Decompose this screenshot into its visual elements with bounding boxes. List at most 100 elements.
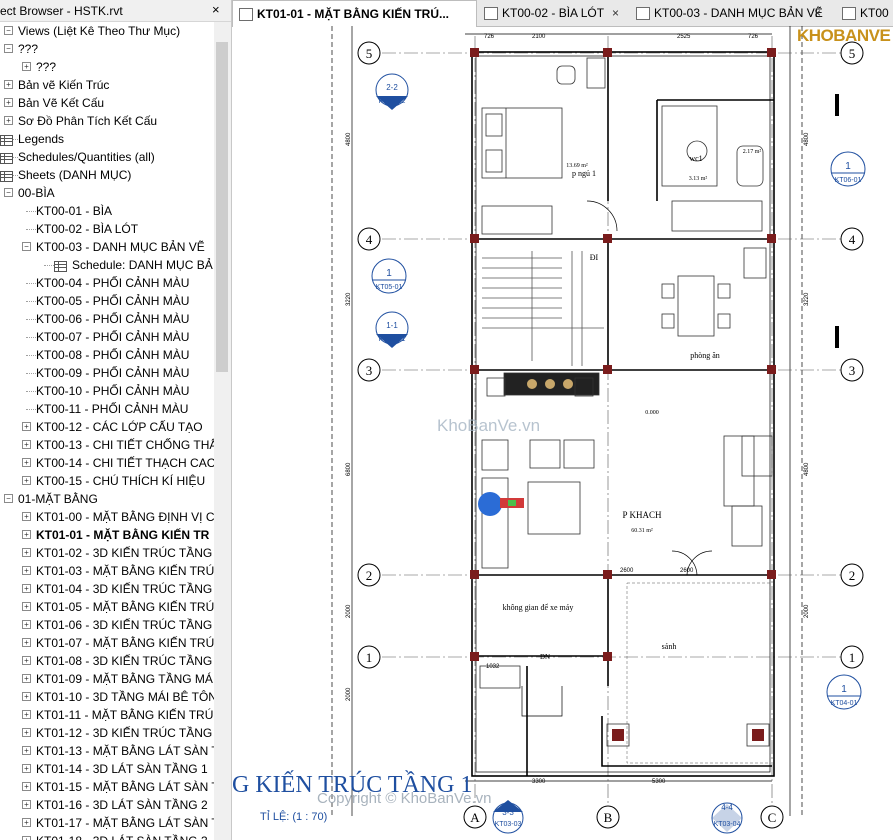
expand-icon[interactable]: +	[22, 692, 31, 701]
browser-item[interactable]: − Views (Liệt Kê Theo Thư Mục)	[0, 22, 214, 40]
tab-kt01-01[interactable]: KT01-01 - MẶT BẰNG KIẾN TRÚ...	[232, 0, 477, 27]
expand-icon[interactable]: +	[22, 674, 31, 683]
svg-text:3220: 3220	[804, 292, 810, 306]
browser-item-label: Bản Vẽ Kết Cấu	[18, 96, 105, 110]
browser-item[interactable]: KT00-01 - BÌA	[0, 202, 214, 220]
close-icon[interactable]: ×	[612, 0, 619, 26]
collapse-icon[interactable]: −	[4, 494, 13, 503]
browser-item[interactable]: KT00-02 - BÌA LÓT	[0, 220, 214, 238]
expand-icon[interactable]: +	[4, 98, 13, 107]
browser-item[interactable]: −01-MẶT BẰNG	[0, 490, 214, 508]
browser-item[interactable]: KT00-11 - PHỐI CẢNH MÀU	[0, 400, 214, 418]
expand-icon[interactable]: +	[22, 638, 31, 647]
browser-item[interactable]: + KT01-01 - MẶT BẰNG KIẾN TR	[0, 526, 214, 544]
browser-item[interactable]: KT00-05 - PHỐI CẢNH MÀU	[0, 292, 214, 310]
browser-item[interactable]: + KT01-03 - MẶT BẰNG KIẾN TRÚC	[0, 562, 214, 580]
browser-item[interactable]: + KT01-00 - MẶT BẰNG ĐỊNH VỊ C	[0, 508, 214, 526]
expand-icon[interactable]: +	[22, 656, 31, 665]
browser-item[interactable]: + Sơ Đồ Phân Tích Kết Cấu	[0, 112, 214, 130]
expand-icon[interactable]: +	[22, 440, 31, 449]
floor-plan-canvas[interactable]: 5 5 4 4 3 3 2 2 1 1 A B C 2-2 KT03-02 1 …	[232, 26, 893, 840]
browser-item[interactable]: + KT01-02 - 3D KIẾN TRÚC TẦNG 1	[0, 544, 214, 562]
browser-item[interactable]: KT00-07 - PHỐI CẢNH MÀU	[0, 328, 214, 346]
expand-icon[interactable]: +	[4, 116, 13, 125]
tab-label: KT01-01 - MẶT BẰNG KIẾN TRÚ...	[257, 7, 450, 21]
browser-item[interactable]: + KT01-13 - MẶT BẰNG LÁT SÀN T	[0, 742, 214, 760]
browser-item[interactable]: −???	[0, 40, 214, 58]
browser-item-label: KT01-03 - MẶT BẰNG KIẾN TRÚC	[36, 564, 214, 578]
expand-icon[interactable]: +	[22, 530, 31, 539]
expand-icon[interactable]: +	[22, 584, 31, 593]
browser-scroll-thumb[interactable]	[216, 42, 228, 372]
browser-item[interactable]: KT00-10 - PHỐI CẢNH MÀU	[0, 382, 214, 400]
expand-icon[interactable]: +	[22, 764, 31, 773]
browser-item[interactable]: + KT01-09 - MẶT BẰNG TẦNG MÁ	[0, 670, 214, 688]
browser-item[interactable]: KT00-06 - PHỐI CẢNH MÀU	[0, 310, 214, 328]
section-markers[interactable]: 2-2 KT03-02 1 KT05-01 1-1 KT03-01 1 KT06…	[371, 73, 866, 834]
tab-kt00-02[interactable]: KT00-02 - BÌA LÓT ×	[478, 0, 628, 26]
browser-item[interactable]: − KT00-03 - DANH MỤC BẢN VẼ	[0, 238, 214, 256]
collapse-icon[interactable]: −	[22, 242, 31, 251]
wc-area-1: 2.17 m²	[743, 149, 762, 155]
browser-item[interactable]: Sheets (DANH MỤC)	[0, 166, 214, 184]
browser-item[interactable]: + KT01-18 - 3D LÁT SÀN TẦNG 3	[0, 832, 214, 840]
expand-icon[interactable]: +	[22, 800, 31, 809]
browser-item[interactable]: + KT01-17 - MẶT BẰNG LÁT SÀN T	[0, 814, 214, 832]
browser-item[interactable]: + KT01-10 - 3D TẦNG MÁI BÊ TÔN	[0, 688, 214, 706]
browser-item[interactable]: + KT01-16 - 3D LÁT SÀN TẦNG 2	[0, 796, 214, 814]
browser-item-label: KT00-11 - PHỐI CẢNH MÀU	[36, 402, 189, 416]
browser-item[interactable]: + KT01-14 - 3D LÁT SÀN TẦNG 1	[0, 760, 214, 778]
browser-item[interactable]: + KT00-15 - CHÚ THÍCH KÍ HIỆU	[0, 472, 214, 490]
browser-item[interactable]: + KT01-11 - MẶT BẰNG KIẾN TRÚC	[0, 706, 214, 724]
expand-icon[interactable]: +	[22, 548, 31, 557]
tree-connector	[26, 391, 36, 392]
expand-icon[interactable]: +	[22, 836, 31, 840]
browser-item[interactable]: + KT00-12 - CÁC LỚP CẤU TẠO	[0, 418, 214, 436]
browser-item[interactable]: + KT01-04 - 3D KIẾN TRÚC TẦNG 2	[0, 580, 214, 598]
expand-icon[interactable]: +	[22, 818, 31, 827]
tab-kt00-03[interactable]: KT00-03 - DANH MỤC BẢN VẼ ×	[630, 0, 830, 26]
browser-item[interactable]: Schedule: DANH MỤC BẢ	[0, 256, 214, 274]
browser-item[interactable]: + KT01-08 - 3D KIẾN TRÚC TẦNG 4	[0, 652, 214, 670]
collapse-icon[interactable]: −	[4, 44, 13, 53]
walls	[471, 51, 775, 777]
expand-icon[interactable]: +	[22, 782, 31, 791]
browser-item[interactable]: KT00-04 - PHỐI CẢNH MÀU	[0, 274, 214, 292]
browser-item[interactable]: + KT01-15 - MẶT BẰNG LÁT SÀN T	[0, 778, 214, 796]
expand-icon[interactable]: +	[22, 476, 31, 485]
expand-icon[interactable]: +	[22, 512, 31, 521]
svg-text:4800: 4800	[804, 462, 810, 476]
grid-label-c: C	[768, 810, 777, 825]
browser-item[interactable]: KT00-08 - PHỐI CẢNH MÀU	[0, 346, 214, 364]
expand-icon[interactable]: +	[4, 80, 13, 89]
browser-item[interactable]: + KT00-14 - CHI TIẾT THẠCH CAC	[0, 454, 214, 472]
expand-icon[interactable]: +	[22, 710, 31, 719]
close-icon[interactable]: ×	[212, 2, 220, 17]
browser-item[interactable]: −00-BÌA	[0, 184, 214, 202]
browser-item[interactable]: + KT01-07 - MẶT BẰNG KIẾN TRÚC	[0, 634, 214, 652]
browser-item[interactable]: + Bản Vẽ Kết Cấu	[0, 94, 214, 112]
expand-icon[interactable]: +	[22, 566, 31, 575]
expand-icon[interactable]: +	[22, 602, 31, 611]
browser-item[interactable]: + Bản vẽ Kiến Trúc	[0, 76, 214, 94]
collapse-icon[interactable]: −	[4, 26, 13, 35]
browser-item[interactable]: Schedules/Quantities (all)	[0, 148, 214, 166]
collapse-icon[interactable]: −	[4, 188, 13, 197]
close-icon[interactable]: ×	[814, 0, 821, 26]
browser-item[interactable]: +???	[0, 58, 214, 76]
expand-icon[interactable]: +	[22, 728, 31, 737]
browser-item[interactable]: + KT01-12 - 3D KIẾN TRÚC TẦNG N	[0, 724, 214, 742]
expand-icon[interactable]: +	[22, 746, 31, 755]
browser-item-label: KT01-10 - 3D TẦNG MÁI BÊ TÔN	[36, 690, 214, 704]
browser-item[interactable]: KT00-09 - PHỐI CẢNH MÀU	[0, 364, 214, 382]
sheet-icon	[636, 7, 650, 20]
expand-icon[interactable]: +	[22, 62, 31, 71]
expand-icon[interactable]: +	[22, 620, 31, 629]
expand-icon[interactable]: +	[22, 458, 31, 467]
browser-item[interactable]: + KT01-05 - MẶT BẰNG KIẾN TRÚC	[0, 598, 214, 616]
browser-item[interactable]: + KT01-06 - 3D KIẾN TRÚC TẦNG 3	[0, 616, 214, 634]
expand-icon[interactable]: +	[22, 422, 31, 431]
browser-item[interactable]: Legends	[0, 130, 214, 148]
tab-kt00[interactable]: KT00	[836, 0, 893, 26]
browser-item[interactable]: + KT00-13 - CHI TIẾT CHỐNG THẤ	[0, 436, 214, 454]
